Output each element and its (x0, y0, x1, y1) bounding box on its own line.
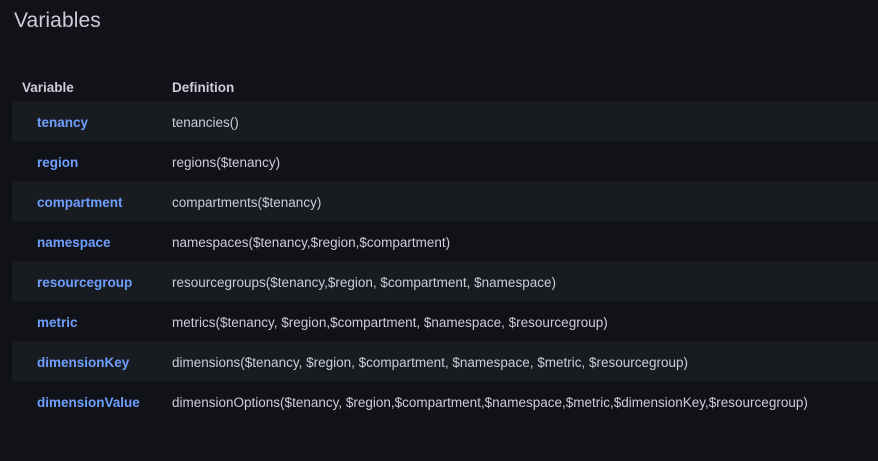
table-header-row: Variable Definition (12, 72, 878, 102)
variable-link-metric[interactable]: metric (37, 315, 78, 330)
variable-definition: dimensions($tenancy, $region, $compartme… (172, 354, 689, 370)
variable-link-dimensionvalue[interactable]: dimensionValue (37, 395, 140, 410)
variable-name-cell: compartment (12, 182, 172, 222)
variable-definition: dimensionOptions($tenancy, $region,$comp… (172, 394, 808, 410)
variable-definition-cell: metrics($tenancy, $region,$compartment, … (172, 302, 878, 342)
variable-definition: metrics($tenancy, $region,$compartment, … (172, 314, 608, 330)
table-row: compartment compartments($tenancy) (12, 182, 878, 222)
table-row: dimensionValue dimensionOptions($tenancy… (12, 382, 878, 422)
variable-definition-cell: tenancies() (172, 102, 878, 142)
variable-link-resourcegroup[interactable]: resourcegroup (37, 275, 132, 290)
variable-link-compartment[interactable]: compartment (37, 195, 123, 210)
variable-definition: tenancies() (172, 114, 239, 130)
variable-link-namespace[interactable]: namespace (37, 235, 111, 250)
variable-name-cell: resourcegroup (12, 262, 172, 302)
variable-link-dimensionkey[interactable]: dimensionKey (37, 355, 129, 370)
variable-definition: compartments($tenancy) (172, 194, 322, 210)
variable-name-cell: metric (12, 302, 172, 342)
variable-definition-cell: resourcegroups($tenancy,$region, $compar… (172, 262, 878, 302)
table-row: metric metrics($tenancy, $region,$compar… (12, 302, 878, 342)
variable-name-cell: dimensionValue (12, 382, 172, 422)
column-header-variable: Variable (22, 79, 74, 95)
variable-link-region[interactable]: region (37, 155, 78, 170)
variable-definition: regions($tenancy) (172, 154, 281, 170)
variable-name-cell: tenancy (12, 102, 172, 142)
variable-definition-cell: regions($tenancy) (172, 142, 878, 182)
page-title: Variables (14, 9, 101, 32)
variable-name-cell: region (12, 142, 172, 182)
variable-name-cell: dimensionKey (12, 342, 172, 382)
table-row: namespace namespaces($tenancy,$region,$c… (12, 222, 878, 262)
table-row: region regions($tenancy) (12, 142, 878, 182)
variable-definition-cell: namespaces($tenancy,$region,$compartment… (172, 222, 878, 262)
variable-link-tenancy[interactable]: tenancy (37, 115, 88, 130)
variable-definition-cell: dimensionOptions($tenancy, $region,$comp… (172, 382, 878, 422)
variable-definition-cell: compartments($tenancy) (172, 182, 878, 222)
variables-table: Variable Definition tenancy tenancies() … (12, 72, 878, 422)
variable-name-cell: namespace (12, 222, 172, 262)
column-header-definition: Definition (172, 79, 235, 95)
table-row: tenancy tenancies() (12, 102, 878, 142)
table-row: dimensionKey dimensions($tenancy, $regio… (12, 342, 878, 382)
variable-definition-cell: dimensions($tenancy, $region, $compartme… (172, 342, 878, 382)
variable-definition: resourcegroups($tenancy,$region, $compar… (172, 274, 556, 290)
table-row: resourcegroup resourcegroups($tenancy,$r… (12, 262, 878, 302)
variable-definition: namespaces($tenancy,$region,$compartment… (172, 234, 451, 250)
